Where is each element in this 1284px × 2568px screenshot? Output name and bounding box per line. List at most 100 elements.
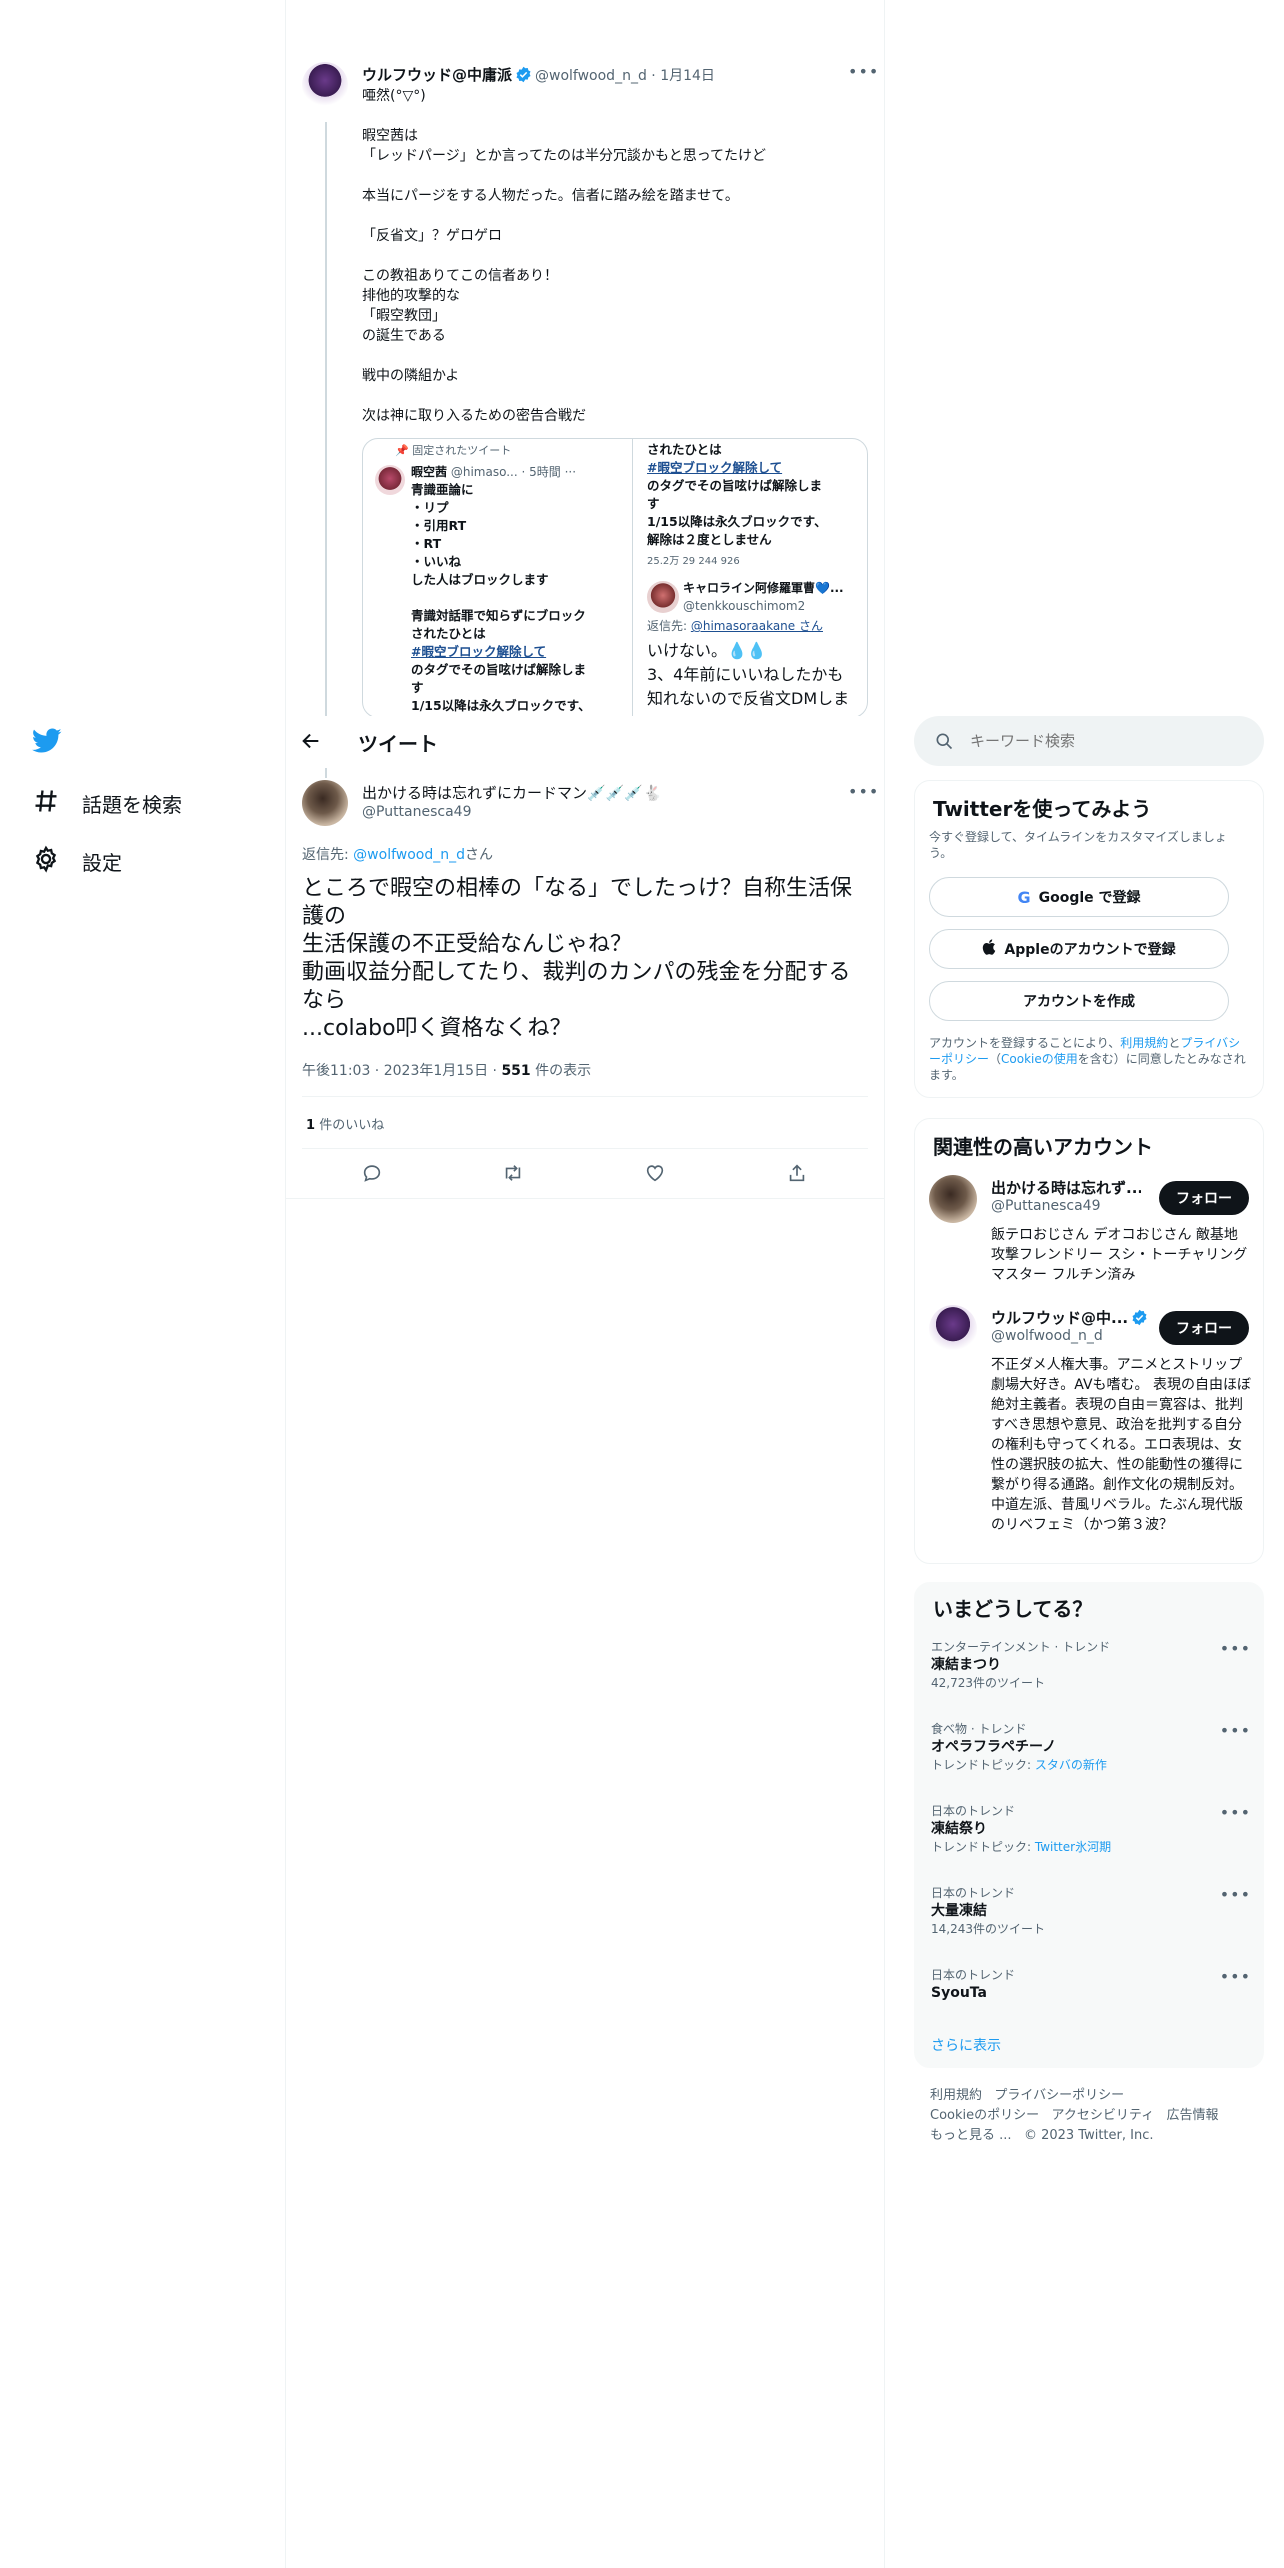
page-header: ツイート — [286, 716, 884, 768]
related-account-name[interactable]: 出かける時は忘れず... — [991, 1177, 1141, 1198]
footer-accessibility-link[interactable]: アクセシビリティ — [1052, 2108, 1155, 2123]
search-box[interactable] — [914, 716, 1264, 766]
likes-summary[interactable]: 1 件のいいね — [306, 1114, 384, 1133]
avatar[interactable] — [302, 62, 348, 108]
retweet-icon[interactable] — [502, 1162, 524, 1184]
nav-explore[interactable]: 話題を検索 — [32, 787, 182, 820]
related-account-handle[interactable]: @wolfwood_n_d — [991, 1328, 1103, 1344]
cookie-link[interactable]: Cookieの使用 — [1001, 1052, 1078, 1066]
nav-settings-label: 設定 — [82, 851, 122, 875]
trends-card: いまどうしてる？ エンターテインメント · トレンド 凍結まつり 42,723件… — [914, 1582, 1264, 2068]
footer-privacy-link[interactable]: プライバシーポリシー — [994, 2088, 1124, 2103]
main-column-border — [884, 0, 885, 2568]
media-left-line — [411, 589, 624, 607]
like-heart-icon[interactable] — [644, 1162, 666, 1184]
more-options-icon[interactable]: ••• — [848, 782, 879, 801]
more-options-icon[interactable]: ••• — [1220, 1803, 1251, 1822]
handle[interactable]: @Puttanesca49 — [362, 804, 472, 820]
create-account-button[interactable]: アカウントを作成 — [929, 981, 1229, 1021]
trend-meta: 日本のトレンド — [931, 1804, 1016, 1818]
google-logo-icon: G — [1017, 887, 1031, 907]
tweet-media-image[interactable]: 📌 固定されたツイート 暇空茜 @himaso... · 5時間 ··· 青識亜… — [362, 438, 868, 718]
media-left-line: ・リプ — [411, 500, 449, 515]
twitter-logo-icon[interactable] — [32, 728, 62, 758]
footer-more-link[interactable]: もっと見る ... — [930, 2128, 1012, 2143]
trend-sub: 42,723件のツイート — [931, 1676, 1045, 1690]
more-options-icon[interactable]: ••• — [1220, 1721, 1251, 1740]
handle[interactable]: @wolfwood_n_d — [535, 68, 647, 84]
verified-badge-icon — [1132, 1309, 1147, 1326]
gear-icon — [32, 845, 60, 878]
avatar[interactable] — [929, 1175, 977, 1223]
related-account-bio: 飯テロおじさん デオコおじさん 敵基地攻撃フレンドリー スシ・トーチャリングマス… — [991, 1227, 1248, 1283]
trend-item[interactable]: エンターテインメント · トレンド 凍結まつり 42,723件のツイート ••• — [931, 1639, 1251, 1691]
signup-legal-text: アカウントを登録することにより、利用規約とプライバシーポリシー（Cookieの使… — [929, 1036, 1246, 1082]
media-left-line: 青識亜論に — [411, 482, 474, 497]
avatar[interactable] — [929, 1305, 977, 1353]
nav-settings[interactable]: 設定 — [32, 845, 122, 878]
main-tweet-text: ところで暇空の相棒の「なる」でしたっけ？自称生活保護の 生活保護の不正受給なんじ… — [302, 876, 853, 1041]
terms-link[interactable]: 利用規約 — [1120, 1036, 1168, 1050]
thread-line — [325, 122, 327, 727]
trend-item[interactable]: 日本のトレンド 凍結祭り トレンドトピック: Twitter氷河期 ••• — [931, 1803, 1251, 1855]
media-left-line: 青識対話罪で知らずにブロック — [411, 608, 586, 623]
verified-badge-icon — [516, 66, 531, 83]
likes-label: 件のいいね — [319, 1118, 385, 1133]
avatar[interactable] — [302, 780, 348, 826]
signup-subtitle: 今すぐ登録して、タイムラインをカスタマイズしましょう。 — [929, 830, 1227, 860]
views-count: 551 — [501, 1063, 531, 1079]
footer-terms-link[interactable]: 利用規約 — [930, 2088, 982, 2103]
more-options-icon[interactable]: ••• — [1220, 1967, 1251, 1986]
reply-text-2: 3、4年前にいいねしたかも — [647, 665, 844, 684]
footer-copyright: © 2023 Twitter, Inc. — [1023, 2128, 1154, 2143]
thread-line — [325, 768, 327, 778]
follow-button[interactable]: フォロー — [1159, 1311, 1249, 1345]
reply-text-1: いけない。💧💧 — [647, 641, 767, 660]
trend-sub: トレンドトピック: Twitter氷河期 — [931, 1840, 1112, 1854]
related-account-name[interactable]: ウルフウッド@中... — [991, 1307, 1147, 1328]
divider — [302, 1096, 868, 1097]
trend-topic-link[interactable]: スタバの新作 — [1035, 1758, 1107, 1772]
tweet-date[interactable]: 1月14日 — [660, 68, 715, 84]
trend-item[interactable]: 日本のトレンド SyouTa ••• — [931, 1967, 1251, 2003]
display-name[interactable]: ウルフウッド@中庸派 — [362, 66, 512, 84]
google-signup-button[interactable]: G Google で登録 — [929, 877, 1229, 917]
media-left-panel: 📌 固定されたツイート 暇空茜 @himaso... · 5時間 ··· 青識亜… — [363, 439, 633, 717]
media-right-top: されたひとは — [647, 441, 859, 459]
footer-ads-link[interactable]: 広告情報 — [1167, 2108, 1219, 2123]
reply-text-3: 知れないので反省文DMしま — [647, 689, 850, 708]
media-left-line: ・引用RT — [411, 518, 467, 533]
parent-tweet-header: ウルフウッド@中庸派 @wolfwood_n_d · 1月14日 — [362, 66, 715, 84]
reply-to-link[interactable]: @wolfwood_n_d — [353, 847, 465, 863]
trend-sub: トレンドトピック: スタバの新作 — [931, 1758, 1107, 1772]
media-left-text: 青識亜論に ・リプ ・引用RT ・RT ・いいね した人はブロックします 青識対話罪で知ら… — [411, 481, 624, 643]
trend-item[interactable]: 日本のトレンド 大量凍結 14,243件のツイート ••• — [931, 1885, 1251, 1937]
display-name[interactable]: 出かける時は忘れずにカードマン💉💉💉🐇 — [362, 782, 662, 803]
avatar — [375, 465, 405, 495]
related-account[interactable]: 出かける時は忘れず... @Puttanesca49 フォロー 飯テロおじさん … — [915, 1175, 1265, 1295]
trend-item[interactable]: 食べ物 · トレンド オペラフラペチーノ トレンドトピック: スタバの新作 ••… — [931, 1721, 1251, 1773]
media-right-line: のタグでその旨呟けば解除しま — [647, 478, 823, 493]
search-input[interactable] — [970, 729, 1240, 753]
footer-links: 利用規約 プライバシーポリシー Cookieのポリシー アクセシビリティ 広告情… — [930, 2086, 1219, 2146]
media-left-line: ・RT — [411, 536, 442, 551]
reply-to-line: 返信先: @himasoraakane さん — [647, 619, 823, 633]
more-options-icon[interactable]: ••• — [1220, 1885, 1251, 1904]
tweet-time[interactable]: 午後11:03 — [302, 1063, 370, 1079]
related-account-handle[interactable]: @Puttanesca49 — [991, 1198, 1101, 1214]
share-icon[interactable] — [786, 1162, 808, 1184]
apple-signup-button[interactable]: Appleのアカウントで登録 — [929, 929, 1229, 969]
footer-cookie-link[interactable]: Cookieのポリシー — [930, 2108, 1039, 2123]
show-more-link[interactable]: さらに表示 — [931, 2035, 1001, 2055]
tweet-date[interactable]: 2023年1月15日 — [384, 1063, 488, 1079]
reply-icon[interactable] — [361, 1162, 383, 1184]
views-label: 件の表示 — [535, 1063, 592, 1079]
avatar — [647, 581, 679, 613]
back-arrow-icon[interactable] — [300, 730, 322, 756]
hashtag-link: #暇空ブロック解除して — [647, 460, 783, 475]
related-account[interactable]: ウルフウッド@中... @wolfwood_n_d フォロー 不正ダメ人権大事。… — [915, 1305, 1265, 1555]
follow-button[interactable]: フォロー — [1159, 1181, 1249, 1215]
more-options-icon[interactable]: ••• — [848, 62, 879, 81]
more-options-icon[interactable]: ••• — [1220, 1639, 1251, 1658]
trend-topic-link[interactable]: Twitter氷河期 — [1035, 1840, 1111, 1854]
